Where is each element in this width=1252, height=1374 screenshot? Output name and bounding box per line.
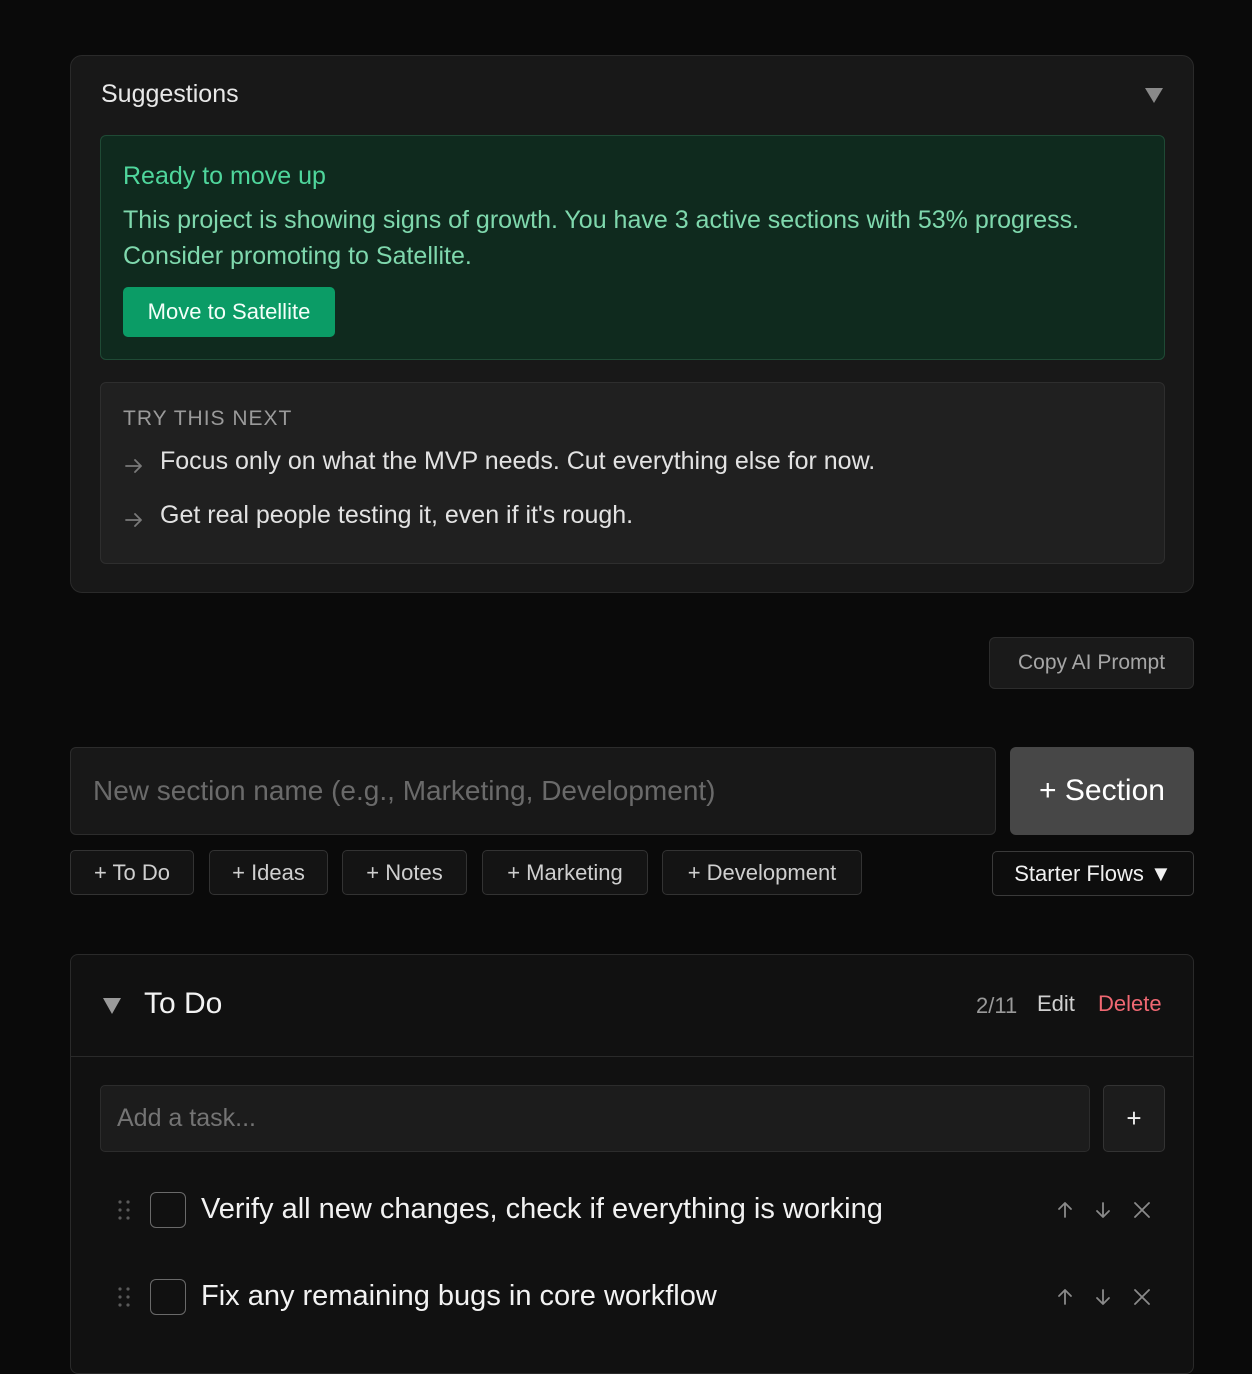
chip-development[interactable]: + Development bbox=[662, 850, 862, 895]
arrow-right-icon bbox=[125, 459, 142, 473]
arrow-up-icon[interactable] bbox=[1054, 1286, 1076, 1308]
task-text: Fix any remaining bugs in core workflow bbox=[201, 1280, 717, 1312]
section-title: To Do bbox=[144, 987, 223, 1020]
new-section-input[interactable] bbox=[70, 747, 996, 835]
chip-marketing[interactable]: + Marketing bbox=[482, 850, 648, 895]
try-next-box: TRY THIS NEXT Focus only on what the MVP… bbox=[100, 382, 1165, 564]
suggestion-text: Get real people testing it, even if it's… bbox=[160, 501, 634, 529]
suggestions-title: Suggestions bbox=[101, 80, 239, 108]
chip-ideas[interactable]: + Ideas bbox=[209, 850, 328, 895]
task-text: Verify all new changes, check if everyth… bbox=[201, 1193, 883, 1225]
move-to-satellite-button[interactable]: Move to Satellite bbox=[123, 287, 335, 337]
arrow-down-icon[interactable] bbox=[1092, 1199, 1114, 1221]
arrow-right-icon bbox=[125, 513, 142, 527]
edit-section-button[interactable]: Edit bbox=[1037, 991, 1075, 1017]
arrow-down-icon[interactable] bbox=[1092, 1286, 1114, 1308]
chip-notes[interactable]: + Notes bbox=[342, 850, 467, 895]
table-row: Verify all new changes, check if everyth… bbox=[71, 1185, 1193, 1235]
add-section-button[interactable]: + Section bbox=[1010, 747, 1194, 835]
task-checkbox[interactable] bbox=[150, 1192, 186, 1228]
suggestion-text: Focus only on what the MVP needs. Cut ev… bbox=[160, 447, 876, 475]
starter-flows-button[interactable]: Starter Flows ▼ bbox=[992, 851, 1194, 896]
delete-section-button[interactable]: Delete bbox=[1098, 991, 1162, 1017]
promotion-card: Ready to move up This project is showing… bbox=[100, 135, 1165, 360]
triangle-down-icon[interactable] bbox=[1143, 84, 1165, 106]
add-task-button[interactable]: + bbox=[1103, 1085, 1165, 1152]
list-item: Get real people testing it, even if it's… bbox=[123, 501, 1123, 537]
promotion-text: This project is showing signs of growth.… bbox=[123, 206, 1080, 270]
drag-handle-icon[interactable] bbox=[117, 1286, 131, 1308]
close-icon[interactable] bbox=[1131, 1199, 1153, 1221]
list-item: Focus only on what the MVP needs. Cut ev… bbox=[123, 447, 1123, 483]
chip-to-do[interactable]: + To Do bbox=[70, 850, 194, 895]
task-checkbox[interactable] bbox=[150, 1279, 186, 1315]
divider bbox=[71, 1056, 1193, 1057]
section-card: To Do 2/11 Edit Delete + Verify all new … bbox=[70, 954, 1194, 1374]
triangle-down-icon[interactable] bbox=[101, 995, 123, 1017]
arrow-up-icon[interactable] bbox=[1054, 1199, 1076, 1221]
task-count: 2/11 bbox=[976, 993, 1018, 1018]
drag-handle-icon[interactable] bbox=[117, 1199, 131, 1221]
table-row: Fix any remaining bugs in core workflow bbox=[71, 1272, 1193, 1322]
promotion-title: Ready to move up bbox=[123, 162, 326, 190]
copy-ai-prompt-button[interactable]: Copy AI Prompt bbox=[989, 637, 1194, 689]
add-task-input[interactable] bbox=[100, 1085, 1090, 1152]
suggestions-panel: Suggestions Ready to move up This projec… bbox=[70, 55, 1194, 593]
close-icon[interactable] bbox=[1131, 1286, 1153, 1308]
try-next-heading: TRY THIS NEXT bbox=[123, 407, 293, 430]
